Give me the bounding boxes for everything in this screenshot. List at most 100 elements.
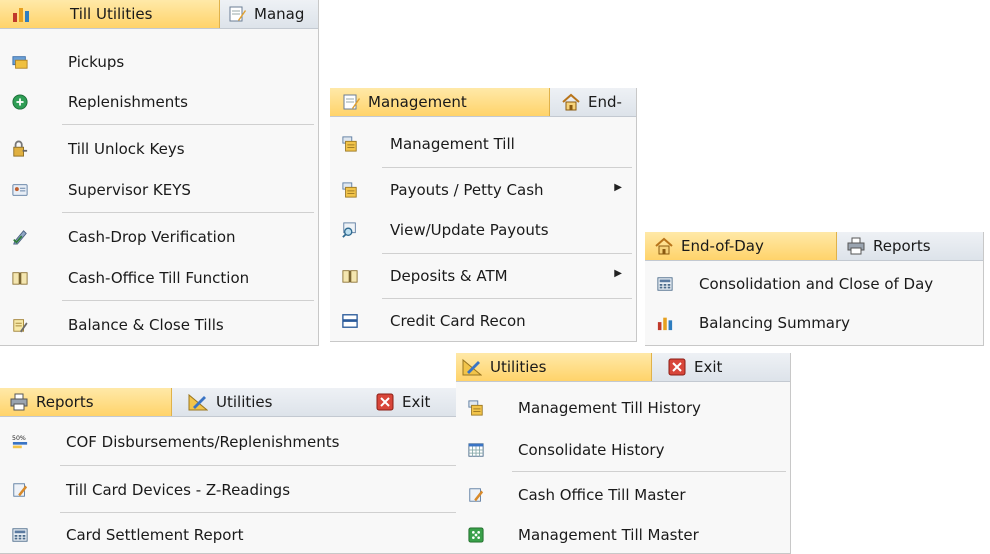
tab-label: Reports bbox=[36, 393, 94, 411]
printer-icon bbox=[10, 393, 28, 411]
tab-exit[interactable]: Exit bbox=[668, 353, 722, 381]
submenu-arrow-icon: ▶ bbox=[614, 268, 622, 279]
management-menu: Management End- Management Till Payouts … bbox=[330, 88, 637, 342]
tab-label: End-of-Day bbox=[681, 237, 764, 255]
menu-item-label: Cash Office Till Master bbox=[518, 486, 686, 504]
menu-tab-bar: Till Utilities Manag bbox=[0, 0, 318, 29]
menu-item-label: Management Till History bbox=[518, 399, 701, 417]
close-icon bbox=[668, 358, 686, 376]
menu-item-view-update-payouts[interactable]: View/Update Payouts bbox=[330, 214, 636, 246]
menu-item-label: Cash-Office Till Function bbox=[68, 269, 250, 287]
menu-item-till-unlock-keys[interactable]: Till Unlock Keys bbox=[0, 133, 318, 165]
menu-item-management-till[interactable]: Management Till bbox=[330, 128, 636, 160]
notepad-pen-icon bbox=[342, 93, 360, 111]
menu-separator bbox=[62, 124, 314, 125]
menu-item-credit-card-recon[interactable]: Credit Card Recon bbox=[330, 305, 636, 337]
tab-reports[interactable]: Reports bbox=[0, 388, 172, 416]
menu-separator bbox=[382, 298, 632, 299]
tab-label: Manag bbox=[254, 5, 305, 23]
tab-end-of-day[interactable]: End-of-Day bbox=[645, 232, 837, 260]
menu-item-pickups[interactable]: Pickups bbox=[0, 46, 318, 78]
menu-item-label: Credit Card Recon bbox=[390, 312, 526, 330]
house-icon bbox=[562, 93, 580, 111]
menu-item-label: Replenishments bbox=[68, 93, 188, 111]
menu-item-management-till-master[interactable]: Management Till Master bbox=[456, 519, 790, 551]
calendar-grid-icon bbox=[468, 442, 484, 458]
menu-item-supervisor-keys[interactable]: Supervisor KEYS bbox=[0, 174, 318, 206]
tab-management[interactable]: Manag bbox=[228, 0, 304, 28]
tab-label: Utilities bbox=[216, 393, 273, 411]
menu-item-balance-close-tills[interactable]: Balance & Close Tills bbox=[0, 309, 318, 341]
document-pen-icon bbox=[12, 482, 28, 498]
menu-item-balancing-summary[interactable]: Balancing Summary bbox=[645, 307, 983, 339]
menu-item-consolidation-close-of-day[interactable]: Consolidation and Close of Day bbox=[645, 268, 983, 300]
menu-item-label: Management Till bbox=[390, 135, 515, 153]
menu-separator bbox=[60, 512, 456, 513]
menu-item-label: Till Unlock Keys bbox=[68, 140, 185, 158]
cash-pickup-icon bbox=[12, 54, 28, 70]
house-icon bbox=[655, 237, 673, 255]
menu-separator bbox=[62, 300, 314, 301]
menu-item-till-card-devices[interactable]: Till Card Devices - Z-Readings bbox=[0, 474, 460, 506]
menu-separator bbox=[382, 167, 632, 168]
lock-key-icon bbox=[12, 140, 28, 157]
menu-item-payouts-petty-cash[interactable]: Payouts / Petty Cash ▶ bbox=[330, 174, 636, 206]
credit-card-icon bbox=[342, 313, 358, 329]
tab-label: Management bbox=[368, 93, 467, 111]
green-grid-icon bbox=[468, 527, 484, 543]
tab-label: Exit bbox=[402, 393, 431, 411]
percent-icon: 50% bbox=[12, 434, 28, 450]
id-card-icon bbox=[12, 182, 28, 198]
open-book-icon bbox=[12, 270, 28, 286]
calculator-icon bbox=[657, 276, 673, 292]
bar-chart-icon bbox=[657, 315, 673, 331]
menu-item-label: Deposits & ATM bbox=[390, 267, 508, 285]
menu-item-cof-disbursements[interactable]: 50% COF Disbursements/Replenishments bbox=[0, 426, 460, 458]
reports-menu: Reports Utilities Exit 50% COF Disbursem… bbox=[0, 388, 461, 554]
menu-separator bbox=[60, 465, 456, 466]
menu-tab-bar: Management End- bbox=[330, 88, 636, 117]
menu-item-consolidate-history[interactable]: Consolidate History bbox=[456, 434, 790, 466]
tab-end-of-day[interactable]: End- bbox=[562, 88, 622, 116]
tab-utilities[interactable]: Utilities bbox=[188, 388, 272, 416]
menu-item-management-till-history[interactable]: Management Till History bbox=[456, 392, 790, 424]
tab-utilities[interactable]: Utilities bbox=[456, 353, 652, 381]
register-stack-icon bbox=[342, 136, 358, 152]
tab-label: Reports bbox=[873, 237, 931, 255]
menu-item-replenishments[interactable]: Replenishments bbox=[0, 86, 318, 118]
tab-till-utilities[interactable]: Till Utilities bbox=[0, 0, 220, 28]
menu-item-label: Card Settlement Report bbox=[66, 526, 244, 544]
register-stack-icon bbox=[468, 400, 484, 416]
menu-item-label: Management Till Master bbox=[518, 526, 699, 544]
end-of-day-menu: End-of-Day Reports Consolidation and Clo… bbox=[645, 232, 984, 346]
document-pen-icon bbox=[12, 317, 28, 333]
menu-item-label: COF Disbursements/Replenishments bbox=[66, 433, 340, 451]
open-book-icon bbox=[342, 268, 358, 284]
printer-icon bbox=[847, 237, 865, 255]
tab-exit[interactable]: Exit bbox=[376, 388, 430, 416]
menu-item-cash-office-till-master[interactable]: Cash Office Till Master bbox=[456, 479, 790, 511]
calculator-icon bbox=[12, 527, 28, 543]
menu-item-label: View/Update Payouts bbox=[390, 221, 549, 239]
menu-item-label: Payouts / Petty Cash bbox=[390, 181, 544, 199]
menu-item-card-settlement-report[interactable]: Card Settlement Report bbox=[0, 519, 460, 551]
plus-circle-icon bbox=[12, 94, 28, 110]
submenu-arrow-icon: ▶ bbox=[614, 182, 622, 193]
tab-management[interactable]: Management bbox=[330, 88, 550, 116]
ruler-pencil-icon bbox=[188, 393, 208, 411]
menu-tab-bar: End-of-Day Reports bbox=[645, 232, 983, 261]
menu-item-cash-office-till-function[interactable]: Cash-Office Till Function bbox=[0, 262, 318, 294]
menu-separator bbox=[62, 212, 314, 213]
menu-item-cash-drop-verification[interactable]: Cash-Drop Verification bbox=[0, 221, 318, 253]
tab-label: End- bbox=[588, 93, 622, 111]
menu-item-label: Cash-Drop Verification bbox=[68, 228, 236, 246]
bar-chart-icon bbox=[12, 5, 30, 23]
menu-item-label: Consolidation and Close of Day bbox=[699, 275, 934, 293]
till-utilities-menu: Till Utilities Manag Pickups Replenishme… bbox=[0, 0, 319, 346]
svg-text:50%: 50% bbox=[12, 435, 26, 442]
tab-label: Till Utilities bbox=[70, 5, 153, 23]
tab-reports[interactable]: Reports bbox=[847, 232, 931, 260]
menu-tab-bar: Utilities Exit bbox=[456, 353, 790, 382]
menu-tab-bar: Reports Utilities Exit bbox=[0, 388, 460, 417]
menu-item-deposits-atm[interactable]: Deposits & ATM ▶ bbox=[330, 260, 636, 292]
